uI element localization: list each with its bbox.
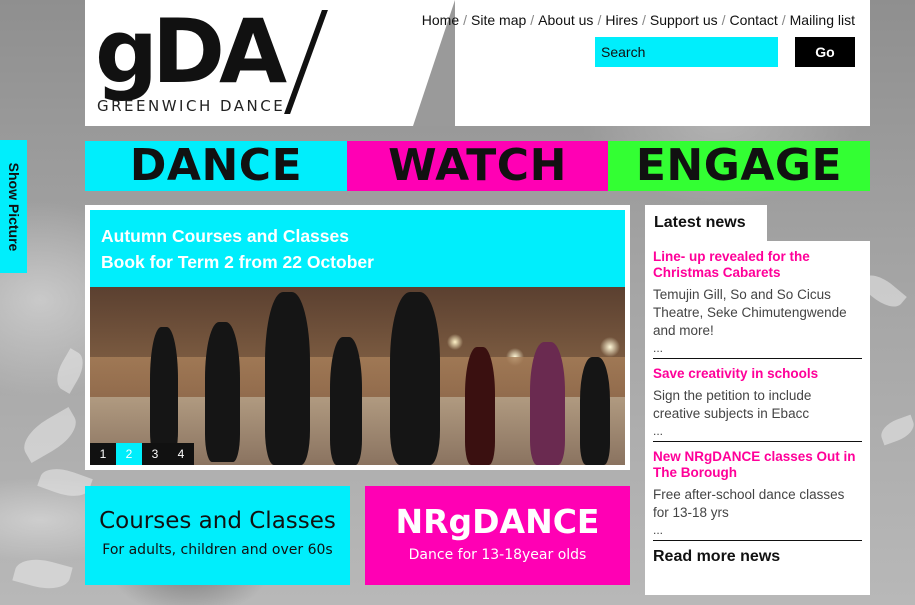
nrgdance-subtitle: Dance for 13-18year olds (408, 547, 587, 563)
latest-news-heading: Latest news (645, 205, 767, 241)
photo-dancer (150, 327, 178, 457)
feature-photo[interactable]: 1 2 3 4 (90, 287, 625, 465)
courses-subtitle: For adults, children and over 60s (102, 542, 333, 558)
nav-home[interactable]: Home (422, 12, 459, 28)
news-title[interactable]: Line- up revealed for the Christmas Caba… (653, 249, 862, 281)
photo-dancer (580, 357, 610, 465)
feature-slideshow[interactable]: Autumn Courses and Classes Book for Term… (85, 205, 630, 470)
slide-button-4[interactable]: 4 (168, 443, 194, 465)
nav-separator: / (781, 12, 786, 28)
photo-dancer (530, 342, 565, 465)
photo-dancer (465, 347, 495, 465)
nav-contact[interactable]: Contact (730, 12, 778, 28)
slide-button-1[interactable]: 1 (90, 443, 116, 465)
photo-dancer (205, 322, 240, 462)
courses-box[interactable]: Courses and Classes For adults, children… (85, 486, 350, 585)
slide-pagination: 1 2 3 4 (90, 443, 194, 465)
nav-hires[interactable]: Hires (605, 12, 638, 28)
news-body: Free after-school dance classes for 13-1… (653, 487, 845, 520)
banner-engage[interactable]: ENGAGE (608, 141, 870, 191)
news-ellipsis: ... (653, 341, 664, 355)
news-item[interactable]: New NRgDANCE classes Out in The Borough … (653, 449, 862, 541)
feature-line-1: Autumn Courses and Classes (101, 226, 349, 246)
banner-dance[interactable]: DANCE (85, 141, 347, 191)
photo-dancer (390, 292, 440, 465)
photo-dancer (265, 292, 310, 465)
read-more-news-link[interactable]: Read more news (653, 548, 862, 566)
feature-heading[interactable]: Autumn Courses and Classes Book for Term… (90, 210, 625, 287)
search-input[interactable] (595, 37, 778, 67)
news-title[interactable]: Save creativity in schools (653, 366, 862, 382)
news-body: Temujin Gill, So and So Cicus Theatre, S… (653, 287, 847, 338)
news-item[interactable]: Save creativity in schools Sign the peti… (653, 366, 862, 442)
logo-subtitle: GREENWICH DANCE (97, 97, 286, 115)
nrgdance-box[interactable]: NRgDANCE Dance for 13-18year olds (365, 486, 630, 585)
site-logo[interactable]: gDA (95, 8, 287, 96)
nav-separator: / (597, 12, 602, 28)
latest-news-panel: Line- up revealed for the Christmas Caba… (645, 241, 870, 595)
slide-button-2[interactable]: 2 (116, 443, 142, 465)
news-ellipsis: ... (653, 424, 664, 438)
logo-slash (284, 10, 328, 114)
nav-about-us[interactable]: About us (538, 12, 593, 28)
news-title[interactable]: New NRgDANCE classes Out in The Borough (653, 449, 862, 481)
top-navigation: Home / Site map / About us / Hires / Support us /… (422, 12, 855, 28)
nav-separator: / (463, 12, 468, 28)
search-go-button[interactable]: Go (795, 37, 855, 67)
banner-watch[interactable]: WATCH (347, 141, 608, 191)
news-body: Sign the petition to include creative su… (653, 388, 812, 421)
nav-mailing-list[interactable]: Mailing list (790, 12, 855, 28)
show-picture-tab[interactable]: Show Picture (0, 140, 27, 273)
nav-separator: / (642, 12, 646, 28)
nav-separator: / (530, 12, 535, 28)
nav-support-us[interactable]: Support us (650, 12, 718, 28)
nrgdance-title: NRgDANCE (395, 502, 600, 541)
courses-title: Courses and Classes (99, 508, 336, 534)
photo-dancer (330, 337, 362, 465)
news-ellipsis: ... (653, 523, 664, 537)
feature-line-2: Book for Term 2 from 22 October (101, 252, 374, 272)
nav-separator: / (721, 12, 726, 28)
news-item[interactable]: Line- up revealed for the Christmas Caba… (653, 249, 862, 359)
show-picture-label: Show Picture (5, 162, 22, 251)
slide-button-3[interactable]: 3 (142, 443, 168, 465)
nav-site-map[interactable]: Site map (471, 12, 526, 28)
